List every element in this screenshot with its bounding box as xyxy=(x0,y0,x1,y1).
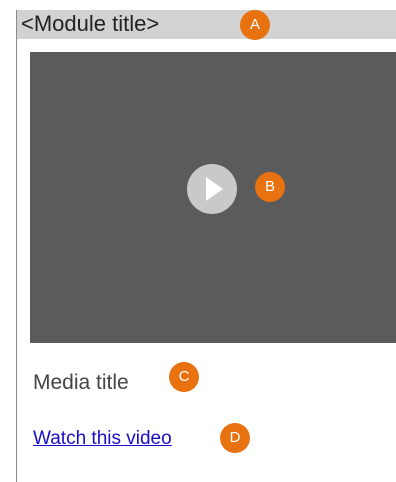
module-container: <Module title> A B Media title C Watch t… xyxy=(16,10,396,482)
annotation-badge-b: B xyxy=(255,172,285,202)
annotation-badge-c: C xyxy=(169,362,199,392)
annotation-badge-d: D xyxy=(220,423,250,453)
module-header: <Module title> A xyxy=(17,10,396,40)
media-title: Media title xyxy=(33,371,129,394)
video-player[interactable]: B xyxy=(30,52,396,343)
play-button[interactable] xyxy=(187,164,237,214)
play-icon xyxy=(206,177,223,201)
module-title: <Module title> xyxy=(21,11,160,36)
annotation-badge-a: A xyxy=(240,10,270,40)
watch-video-link[interactable]: Watch this video xyxy=(33,427,172,451)
